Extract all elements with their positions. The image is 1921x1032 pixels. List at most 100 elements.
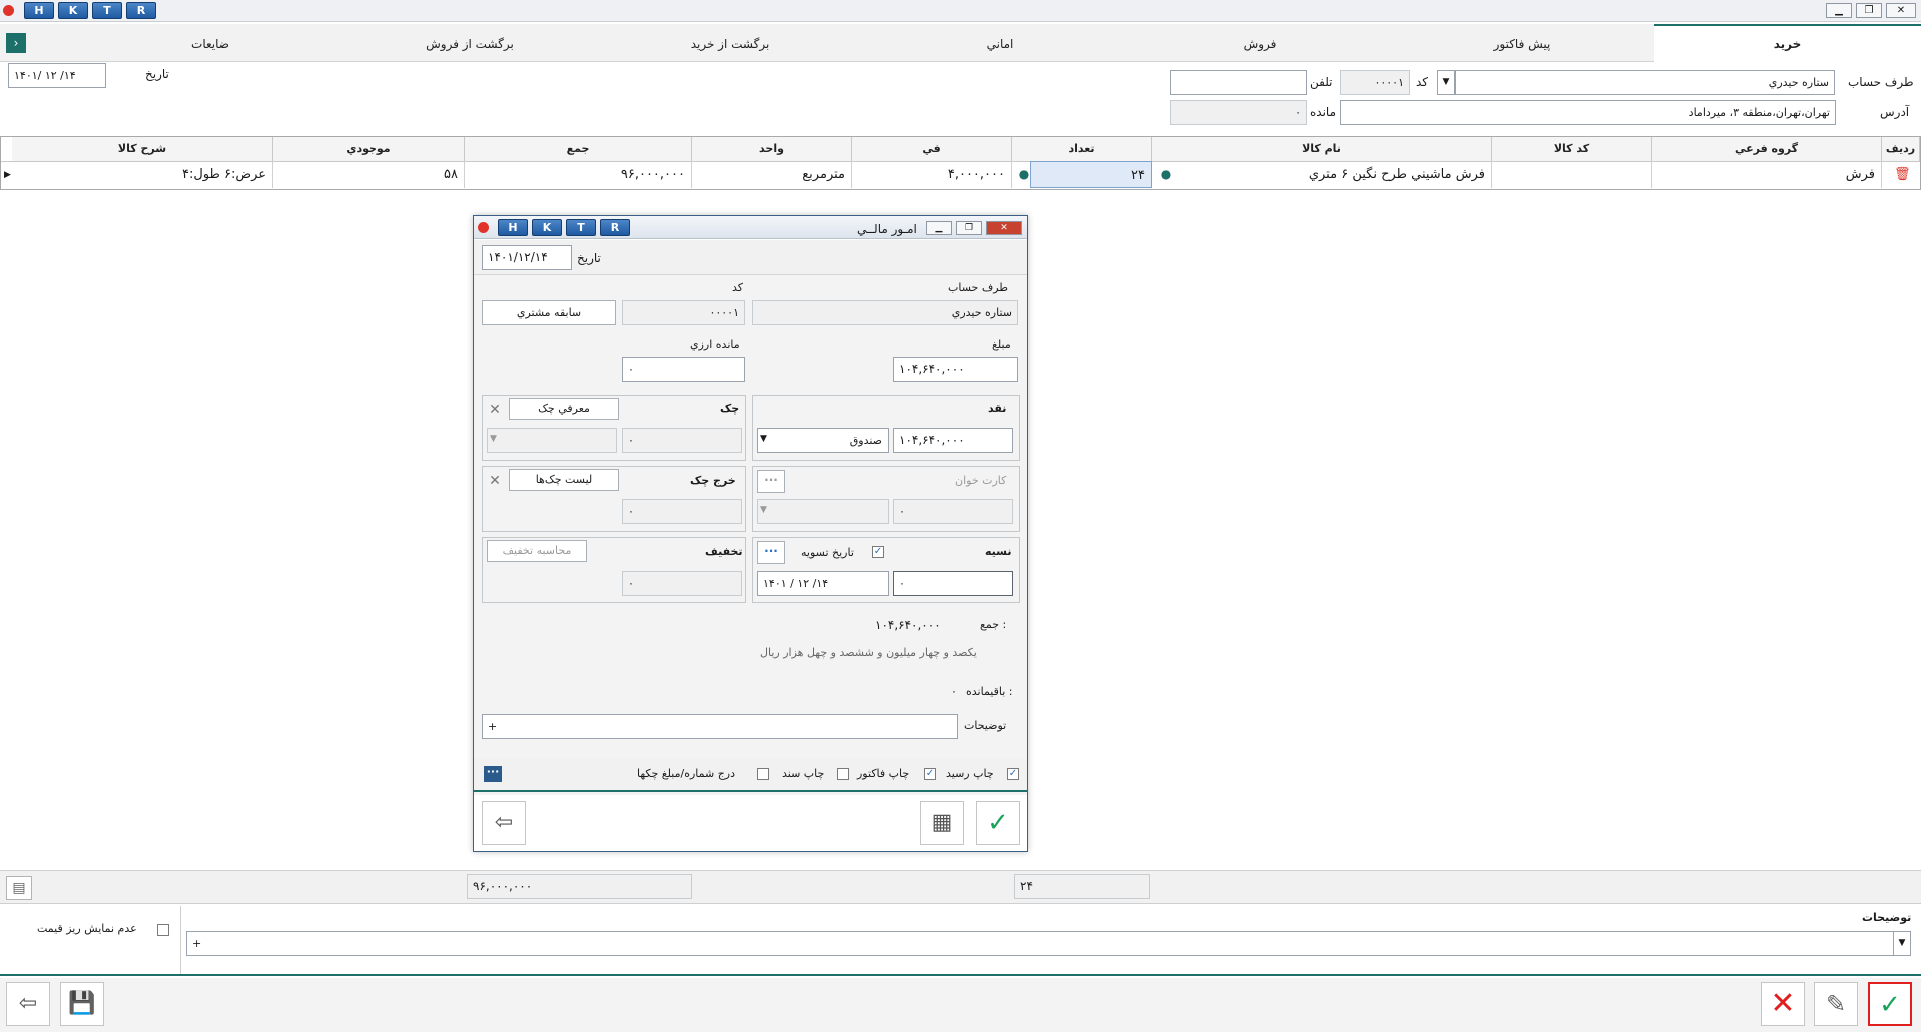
print-doc-checkbox[interactable]: [837, 768, 849, 780]
credit-field[interactable]: ۰: [893, 571, 1013, 596]
qty-eye-icon[interactable]: ●: [1016, 166, 1032, 182]
tab-scroll-button[interactable]: ›: [6, 33, 26, 53]
print-receipt-checkbox[interactable]: ✓: [1007, 768, 1019, 780]
cell-price[interactable]: ۴,۰۰۰,۰۰۰: [852, 161, 1012, 188]
col-name[interactable]: نام کالا: [1152, 137, 1492, 161]
cheque-out-field: ۰: [622, 499, 742, 524]
summary-settings-icon[interactable]: ▤: [6, 876, 32, 900]
tab-amani[interactable]: اماني: [880, 28, 1120, 60]
cell-desc[interactable]: عرض:۶ طول:۴: [12, 161, 273, 188]
col-qty[interactable]: تعداد: [1012, 137, 1152, 161]
insert-cheque-checkbox[interactable]: [757, 768, 769, 780]
settle-date-more-button[interactable]: ···: [757, 541, 785, 564]
bottom-toolbar: [0, 978, 1921, 1032]
print-invoice-checkbox[interactable]: ✓: [924, 768, 936, 780]
summary-total-field: ۹۶,۰۰۰,۰۰۰: [467, 874, 692, 899]
cell-qty[interactable]: ۲۴: [1030, 161, 1152, 188]
card-dropdown-icon: ▼: [760, 505, 767, 515]
title-bar: [0, 0, 1921, 22]
col-desc[interactable]: شرح کالا: [12, 137, 273, 161]
dialog-key-h-button[interactable]: H: [498, 219, 528, 236]
dialog-notes-field[interactable]: +: [482, 714, 958, 739]
card-more-button[interactable]: ···: [757, 470, 785, 493]
dialog-exit-button[interactable]: ⇦: [482, 801, 526, 845]
phone-field[interactable]: [1170, 70, 1307, 95]
introduce-cheque-button[interactable]: معرفي چک: [509, 398, 619, 420]
col-code[interactable]: کد کالا: [1492, 137, 1652, 161]
key-r-button[interactable]: R: [126, 2, 156, 19]
cheque-out-clear-icon[interactable]: ✕: [488, 474, 502, 488]
close-dot-icon[interactable]: [3, 5, 14, 16]
cash-box-select[interactable]: صندوق: [757, 428, 889, 453]
cash-box-dropdown-icon[interactable]: ▼: [760, 434, 767, 444]
dialog-date-field[interactable]: ۱۴۰۱/۱۲/۱۴: [482, 245, 572, 270]
name-eye-icon[interactable]: ●: [1158, 166, 1174, 182]
exit-button[interactable]: ⇦: [6, 982, 50, 1026]
tab-return-purchase[interactable]: برگشت از خرید: [610, 28, 850, 60]
hide-price-checkbox[interactable]: [157, 924, 169, 936]
close-button[interactable]: ✕: [1886, 3, 1916, 18]
print-more-button[interactable]: ···: [484, 766, 502, 782]
footer-notes-dropdown-button[interactable]: ▼: [1893, 931, 1911, 956]
print-invoice-label: چاپ فاکتور: [857, 767, 910, 780]
dialog-minimize-button[interactable]: ▁: [926, 221, 952, 235]
calc-discount-button[interactable]: محاسبه تخفيف: [487, 540, 587, 562]
tab-forush[interactable]: فروش: [1140, 28, 1380, 60]
restore-button[interactable]: ❐: [1856, 3, 1882, 18]
sum-words: يکصد و چهار ميليون و ششصد و چهل هزار ريا…: [760, 646, 977, 659]
tab-waste[interactable]: ضايعات: [90, 28, 330, 60]
account-field[interactable]: ستاره حيدري: [1455, 70, 1835, 95]
tab-pish-factor[interactable]: پیش فاکتور: [1402, 28, 1642, 60]
settle-date-field[interactable]: ۱۴۰۱ / ۱۲ /۱۴: [757, 571, 889, 596]
settle-date-checkbox[interactable]: ✓: [872, 546, 884, 558]
cell-group[interactable]: فرش: [1652, 161, 1882, 188]
dialog-key-r-button[interactable]: R: [600, 219, 630, 236]
save-button[interactable]: 💾: [60, 982, 104, 1026]
cancel-button[interactable]: ✕: [1761, 982, 1805, 1026]
cell-total[interactable]: ۹۶,۰۰۰,۰۰۰: [465, 161, 692, 188]
cell-code[interactable]: [1492, 161, 1652, 188]
discount-label: تخفيف: [705, 545, 743, 558]
tab-kharid[interactable]: خرید: [1654, 28, 1921, 60]
fx-balance-field[interactable]: ۰: [622, 357, 745, 382]
col-radif[interactable]: رديف: [1882, 137, 1920, 161]
dialog-close-button[interactable]: ✕: [986, 221, 1022, 235]
customer-history-button[interactable]: سابقه مشتري: [482, 300, 616, 325]
col-total[interactable]: جمع: [465, 137, 692, 161]
amount-label: مبلغ: [992, 338, 1011, 351]
dialog-close-dot-icon[interactable]: [478, 222, 489, 233]
col-price[interactable]: في: [852, 137, 1012, 161]
cell-stock[interactable]: ۵۸: [273, 161, 465, 188]
tab-return-sale[interactable]: برگشت از فروش: [350, 28, 590, 60]
account-dropdown-button[interactable]: ▼: [1437, 70, 1455, 95]
minimize-button[interactable]: ▁: [1826, 3, 1852, 18]
dialog-restore-button[interactable]: ❐: [956, 221, 982, 235]
confirm-button[interactable]: ✓: [1868, 982, 1912, 1026]
print-receipt-label: چاپ رسيد: [946, 767, 994, 780]
sum-value: ۱۰۴,۶۴۰,۰۰۰: [875, 618, 941, 632]
key-k-button[interactable]: K: [58, 2, 88, 19]
cheque-list-button[interactable]: ليست چک‌ها: [509, 469, 619, 491]
account-label: طرف حساب: [1848, 75, 1914, 89]
key-t-button[interactable]: T: [92, 2, 122, 19]
col-group[interactable]: گروه فرعي: [1652, 137, 1882, 161]
cash-field[interactable]: ۱۰۴,۶۴۰,۰۰۰: [893, 428, 1013, 453]
edit-button[interactable]: ✎: [1814, 982, 1858, 1026]
code-field: ۰۰۰۰۱: [1340, 70, 1410, 95]
print-doc-label: چاپ سند: [782, 767, 825, 780]
dialog-key-k-button[interactable]: K: [532, 219, 562, 236]
dialog-key-t-button[interactable]: T: [566, 219, 596, 236]
address-field[interactable]: تهران،تهران،منطقه ۳، ميرداماد: [1340, 100, 1836, 125]
trash-icon[interactable]: 🗑: [1894, 168, 1911, 182]
cell-name[interactable]: فرش ماشيني طرح نگين ۶ متري: [1180, 161, 1492, 188]
footer-notes-field[interactable]: +: [186, 931, 1896, 956]
col-stock[interactable]: موجودي: [273, 137, 465, 161]
cheque-clear-icon[interactable]: ✕: [488, 403, 502, 417]
cell-unit[interactable]: مترمربع: [692, 161, 852, 188]
dialog-calendar-button[interactable]: ▦: [920, 801, 964, 845]
dialog-confirm-button[interactable]: ✓: [976, 801, 1020, 845]
amount-field[interactable]: ۱۰۴,۶۴۰,۰۰۰: [893, 357, 1018, 382]
key-h-button[interactable]: H: [24, 2, 54, 19]
date-field[interactable]: ۱۴۰۱/ ۱۲ /۱۴: [8, 63, 106, 88]
col-unit[interactable]: واحد: [692, 137, 852, 161]
